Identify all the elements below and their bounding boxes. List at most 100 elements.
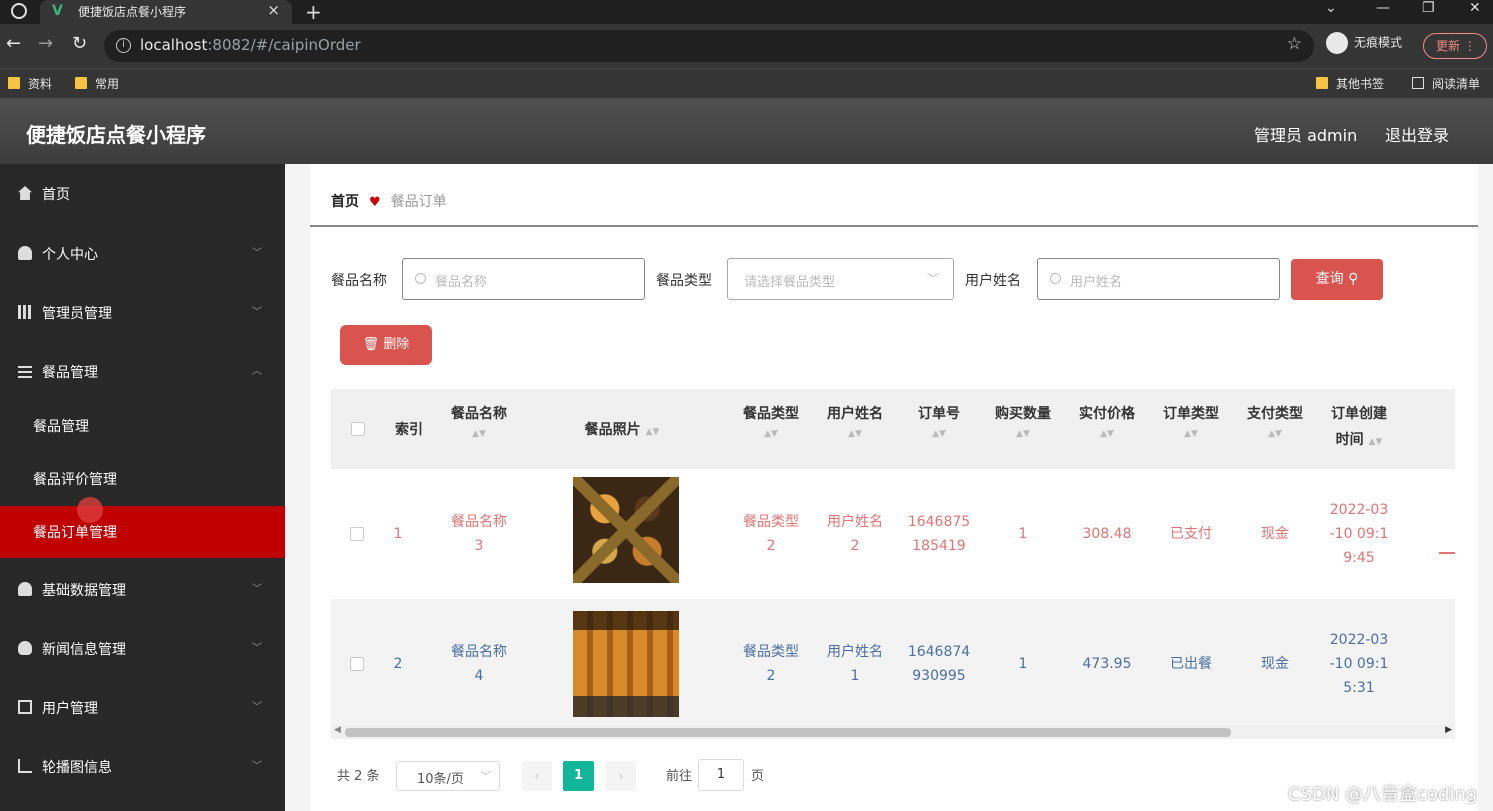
folder-icon <box>1316 77 1328 89</box>
sidebar-subitem-dish-reviews[interactable]: 餐品评价管理 <box>0 453 285 505</box>
query-button[interactable]: 查询 ⚲ <box>1291 259 1383 300</box>
bookmark-folder[interactable]: 资料 <box>8 75 52 92</box>
row-checkbox[interactable] <box>350 657 364 671</box>
sidebar-item-dishes[interactable]: 餐品管理 ︿ <box>0 343 285 399</box>
col-order-no[interactable]: 订单号 ▲▼ <box>895 389 983 469</box>
reload-icon[interactable]: ↻ <box>72 33 87 54</box>
sidebar-item-carousel[interactable]: 轮播图信息 ﹀ <box>0 738 285 794</box>
page-size-select[interactable]: 10条/页 ﹀ <box>396 761 500 791</box>
col-qty[interactable]: 购买数量 ▲▼ <box>979 389 1067 469</box>
chevron-down-icon: ﹀ <box>252 761 262 772</box>
col-price[interactable]: 实付价格 ▲▼ <box>1063 389 1151 469</box>
minimize-icon[interactable]: — <box>1376 0 1390 16</box>
close-window-icon[interactable]: ✕ <box>1469 0 1481 16</box>
cell-value: 餐品名称 <box>451 644 507 660</box>
horizontal-scrollbar[interactable]: ◀ ▶ <box>331 725 1455 739</box>
delete-button[interactable]: 🗑 删除 <box>340 325 432 365</box>
sidebar-item-basic-data[interactable]: 基础数据管理 ﹀ <box>0 561 285 617</box>
update-button[interactable]: 更新 ⋮ <box>1423 33 1487 59</box>
scroll-left-icon[interactable]: ◀ <box>334 725 341 735</box>
bar-chart-icon <box>18 305 32 319</box>
sidebar-item-home[interactable]: 首页 <box>0 165 285 221</box>
next-page-button[interactable]: › <box>606 761 636 791</box>
col-created[interactable]: 订单创建 时间 ▲▼ <box>1315 389 1403 469</box>
dish-name-input[interactable]: 餐品名称 <box>402 258 645 300</box>
cell-value: 现金 <box>1261 656 1289 672</box>
prev-page-button[interactable]: ‹ <box>522 761 552 791</box>
select-all-checkbox[interactable] <box>351 422 365 436</box>
cell-order-no: 1646874 930995 <box>895 599 983 729</box>
table-row[interactable]: 1 餐品名称 3 餐品类型 2 用户姓名 2 1646875 185419 1 308.… <box>331 469 1455 599</box>
bookmarks-bar: 资料 常用 其他书签 阅读清单 <box>0 68 1493 98</box>
scroll-right-icon[interactable]: ▶ <box>1445 725 1452 735</box>
sidebar-item-label: 轮播图信息 <box>42 760 112 776</box>
user-name-input[interactable]: 用户姓名 <box>1037 258 1280 300</box>
col-header-label: 用户姓名 <box>827 406 883 422</box>
goto-page-input[interactable]: 1 <box>698 759 744 791</box>
col-user[interactable]: 用户姓名 ▲▼ <box>811 389 899 469</box>
logout-link[interactable]: 退出登录 <box>1385 122 1449 146</box>
sort-icon[interactable]: ▲▼ <box>1147 429 1235 439</box>
sidebar-subitem-label: 餐品评价管理 <box>33 472 117 488</box>
cell-value: 1 <box>1018 526 1028 542</box>
browser-tab[interactable]: V 便捷饭店点餐小程序 × <box>40 0 292 24</box>
bookmark-folder[interactable]: 常用 <box>75 75 119 92</box>
cell-pay-type: 现金 <box>1231 469 1319 599</box>
dish-photo[interactable] <box>573 477 679 583</box>
cell-qty: 1 <box>979 599 1067 729</box>
row-checkbox[interactable] <box>350 527 364 541</box>
reading-list[interactable]: 阅读清单 <box>1412 75 1480 92</box>
sidebar-item-admins[interactable]: 管理员管理 ﹀ <box>0 284 285 340</box>
sort-icon[interactable]: ▲▼ <box>646 427 660 437</box>
chevron-down-icon: ﹀ <box>252 248 262 259</box>
chevron-down-icon: ﹀ <box>252 584 262 595</box>
row-action-edge[interactable] <box>1439 552 1455 554</box>
tab-search-icon[interactable]: ⌄ <box>1325 0 1337 16</box>
sort-icon[interactable]: ▲▼ <box>727 429 815 439</box>
col-header-label: 订单号 <box>918 406 960 422</box>
sort-icon[interactable]: ▲▼ <box>1063 429 1151 439</box>
bookmark-star-icon[interactable]: ☆ <box>1287 34 1302 54</box>
incognito-indicator[interactable]: 无痕模式 <box>1326 32 1402 54</box>
close-tab-icon[interactable]: × <box>267 1 280 19</box>
col-photo[interactable]: 餐品照片 ▲▼ <box>557 389 687 469</box>
bookmark-label: 常用 <box>95 77 120 91</box>
table-row[interactable]: 2 餐品名称 4 餐品类型 2 用户姓名 1 1646874 930995 1 473.… <box>331 599 1455 729</box>
chevron-down-icon: ﹀ <box>252 643 262 654</box>
sidebar-item-label: 基础数据管理 <box>42 583 126 599</box>
info-icon[interactable]: i <box>116 38 131 53</box>
sidebar-subitem-dish-orders[interactable]: 餐品订单管理 <box>0 506 285 558</box>
back-icon[interactable]: ← <box>6 33 21 54</box>
col-order-type[interactable]: 订单类型 ▲▼ <box>1147 389 1235 469</box>
breadcrumb-home[interactable]: 首页 <box>331 194 359 210</box>
sort-icon[interactable]: ▲▼ <box>1231 429 1319 439</box>
dish-type-select[interactable]: 请选择餐品类型 ﹀ <box>727 258 954 300</box>
cell-value: 现金 <box>1261 526 1289 542</box>
goto-suffix: 页 <box>751 769 765 784</box>
scrollbar-thumb[interactable] <box>345 728 1231 737</box>
url-field[interactable]: i localhost:8082/#/caipinOrder ☆ <box>104 30 1314 62</box>
page-number-current[interactable]: 1 <box>563 761 594 791</box>
sort-icon[interactable]: ▲▼ <box>1369 437 1383 447</box>
sidebar-item-news[interactable]: 新闻信息管理 ﹀ <box>0 620 285 676</box>
restore-icon[interactable]: ❐ <box>1422 0 1435 16</box>
new-tab-icon[interactable]: + <box>305 0 322 24</box>
sort-icon[interactable]: ▲▼ <box>979 429 1067 439</box>
sidebar-item-profile[interactable]: 个人中心 ﹀ <box>0 225 285 281</box>
sort-icon[interactable]: ▲▼ <box>811 429 899 439</box>
other-bookmarks[interactable]: 其他书签 <box>1316 75 1384 92</box>
sort-icon[interactable]: ▲▼ <box>435 429 523 439</box>
col-pay-type[interactable]: 支付类型 ▲▼ <box>1231 389 1319 469</box>
sidebar-subitem-dish-manage[interactable]: 餐品管理 <box>0 400 285 452</box>
cell-value: 餐品类型 <box>743 514 799 530</box>
sidebar-item-users[interactable]: 用户管理 ﹀ <box>0 679 285 735</box>
sort-icon[interactable]: ▲▼ <box>895 429 983 439</box>
col-name[interactable]: 餐品名称 ▲▼ <box>435 389 523 469</box>
chevron-down-icon: ﹀ <box>926 272 939 286</box>
forward-icon[interactable]: → <box>38 33 53 54</box>
dish-photo[interactable] <box>573 611 679 717</box>
col-type[interactable]: 餐品类型 ▲▼ <box>727 389 815 469</box>
col-header-label: 购买数量 <box>995 406 1051 422</box>
dish-name-placeholder: 餐品名称 <box>435 275 488 290</box>
search-icon: ⚲ <box>1348 271 1359 287</box>
